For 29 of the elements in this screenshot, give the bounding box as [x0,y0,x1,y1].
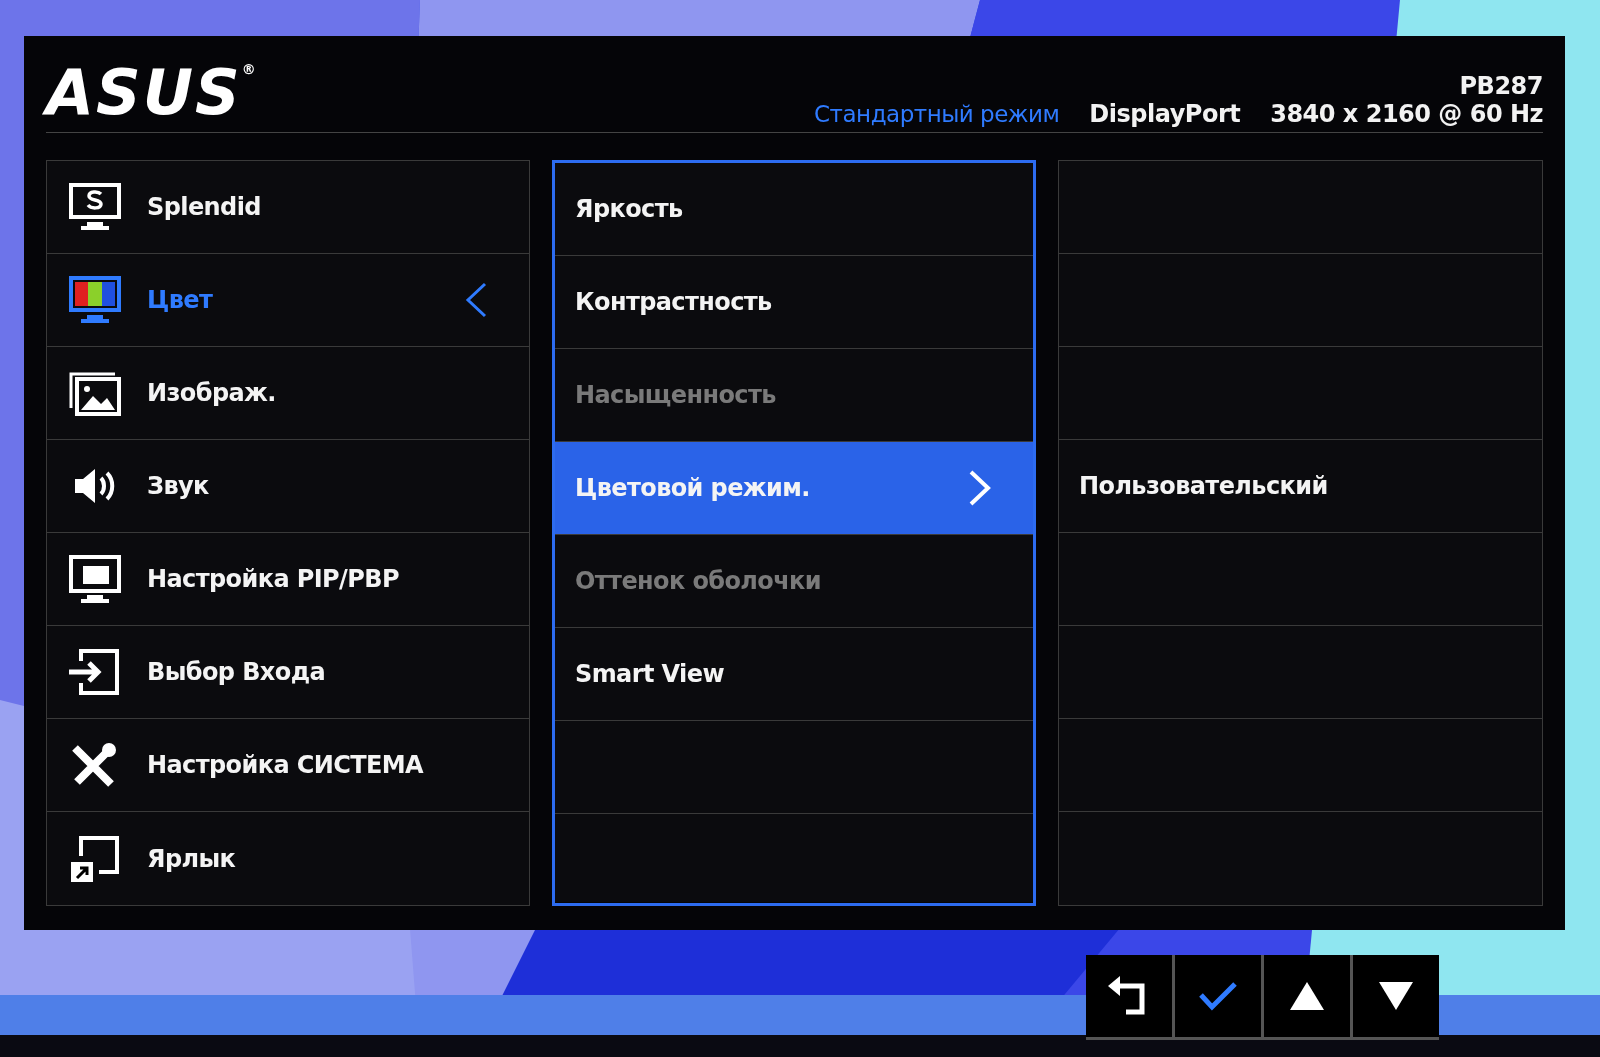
up-triangle-icon [1290,982,1324,1010]
submenu-item[interactable]: Яркость [555,163,1033,256]
menu-item[interactable]: Выбор Входа [47,626,529,719]
menu-item[interactable]: Настройка СИСТЕМА [47,719,529,812]
model-name: PB287 [1459,72,1543,100]
submenu-item[interactable]: Smart View [555,628,1033,721]
color-bars-icon [67,275,123,325]
resolution: 3840 x 2160 @ 60 Hz [1270,100,1543,128]
menu-item[interactable]: Настройка PIP/PBP [47,533,529,626]
monitor-icon [67,554,123,604]
chevron-left-icon [463,280,489,320]
menu-item[interactable]: Цвет [47,254,529,347]
checkmark-icon [1198,981,1238,1011]
up-button[interactable] [1264,955,1350,1037]
menu-item[interactable]: Звук [47,440,529,533]
monitor-s-icon [67,182,123,232]
chevron-right-icon [967,468,993,508]
menu-item[interactable]: Ярлык [47,812,529,905]
submenu-item[interactable]: Цветовой режим. [555,442,1033,535]
submenu-item[interactable]: Контрастность [555,256,1033,349]
input-source: DisplayPort [1089,100,1241,128]
down-triangle-icon [1379,982,1413,1010]
confirm-button[interactable] [1175,955,1261,1037]
down-button[interactable] [1353,955,1439,1037]
back-button[interactable] [1086,955,1172,1037]
option-value: Пользовательский [1079,472,1329,500]
preset-mode: Стандартный режим [814,101,1060,127]
menu-item[interactable]: Splendid [47,161,529,254]
menu-item[interactable]: Изображ. [47,347,529,440]
